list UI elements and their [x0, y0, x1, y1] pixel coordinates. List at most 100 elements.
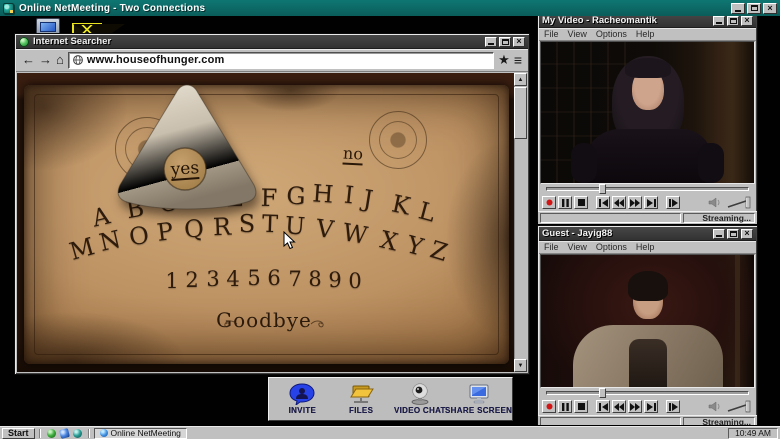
board-letter: P — [155, 217, 174, 247]
stop-button[interactable] — [574, 400, 588, 413]
step-button[interactable] — [666, 196, 680, 209]
man-portrait — [541, 255, 754, 387]
guest-video-feed — [540, 254, 755, 388]
speaker-icon[interactable] — [708, 197, 722, 208]
my-video-seek-slider[interactable] — [538, 184, 757, 194]
board-word-yes: yes — [170, 160, 200, 181]
pause-button[interactable] — [558, 196, 572, 209]
board-letter: V — [315, 214, 336, 244]
my-video-controls — [538, 194, 757, 211]
menu-help[interactable]: Help — [636, 242, 655, 252]
fast-forward-button[interactable] — [628, 400, 642, 413]
guest-video-titlebar[interactable]: Guest - Jayig88 × — [539, 227, 756, 241]
browser-titlebar[interactable]: Internet Searcher × — [16, 35, 528, 49]
back-icon[interactable]: ← — [22, 54, 35, 66]
record-button[interactable] — [542, 196, 556, 209]
invite-button[interactable]: INVITE — [273, 383, 331, 415]
my-video-seek-thumb[interactable] — [599, 184, 606, 194]
guest-video-close-button[interactable]: × — [741, 229, 753, 239]
close-button[interactable]: × — [763, 3, 777, 14]
netmeeting-title: Online NetMeeting - Two Connections — [19, 3, 205, 14]
my-video-close-button[interactable]: × — [741, 16, 753, 26]
system-tray-clock[interactable]: 10:49 AM — [728, 428, 778, 439]
quick-launch-globe-icon[interactable] — [47, 429, 56, 438]
skip-start-button[interactable] — [596, 196, 610, 209]
board-letter: 7 — [288, 267, 301, 291]
taskbar-separator — [88, 429, 90, 438]
quick-launch-browser-icon[interactable] — [59, 428, 70, 439]
url-bar[interactable]: www.houseofhunger.com — [68, 52, 494, 69]
video-chat-button[interactable]: VIDEO CHAT — [391, 383, 449, 415]
step-button[interactable] — [666, 400, 680, 413]
menu-help[interactable]: Help — [636, 29, 655, 39]
record-button[interactable] — [542, 400, 556, 413]
url-text[interactable]: www.houseofhunger.com — [87, 54, 225, 66]
start-button[interactable]: Start — [2, 428, 35, 439]
share-screen-button[interactable]: SHARE SCREEN — [450, 383, 508, 415]
board-letter: R — [212, 213, 231, 242]
planchette[interactable] — [105, 79, 269, 215]
browser-maximize-button[interactable] — [499, 37, 511, 47]
menu-options[interactable]: Options — [596, 29, 627, 39]
scroll-down-icon[interactable]: ▼ — [514, 359, 527, 372]
board-letter: 3 — [206, 267, 219, 291]
browser-close-button[interactable]: × — [513, 37, 525, 47]
scrollbar-thumb[interactable] — [514, 87, 527, 139]
fast-forward-button[interactable] — [628, 196, 642, 209]
browser-window: Internet Searcher × ← → ⌂ www.houseofhun… — [14, 33, 530, 375]
invite-chat-icon — [288, 383, 316, 405]
my-video-feed — [540, 41, 755, 184]
stop-button[interactable] — [574, 196, 588, 209]
guest-video-seek-thumb[interactable] — [599, 388, 606, 398]
mouse-cursor — [283, 231, 296, 250]
share-screen-label: SHARE SCREEN — [445, 406, 512, 415]
menu-file[interactable]: File — [544, 29, 559, 39]
share-screen-monitor-icon — [465, 383, 493, 405]
files-folder-icon — [347, 383, 375, 405]
my-video-minimize-button[interactable] — [713, 16, 725, 26]
home-icon[interactable]: ⌂ — [56, 54, 64, 66]
skip-end-button[interactable] — [644, 196, 658, 209]
moon-ornament — [369, 111, 427, 169]
url-globe-icon — [73, 55, 83, 65]
pause-button[interactable] — [558, 400, 572, 413]
rewind-button[interactable] — [612, 400, 626, 413]
guest-video-minimize-button[interactable] — [713, 229, 725, 239]
minimize-button[interactable] — [731, 3, 745, 14]
my-video-maximize-button[interactable] — [727, 16, 739, 26]
quick-launch-netmeeting-icon[interactable] — [73, 429, 82, 438]
menu-options[interactable]: Options — [596, 242, 627, 252]
browser-scrollbar[interactable]: ▲ ▼ — [514, 73, 527, 372]
volume-slider[interactable] — [727, 196, 753, 209]
board-letter: 0 — [348, 269, 361, 293]
guest-video-maximize-button[interactable] — [727, 229, 739, 239]
board-letter: H — [312, 179, 335, 208]
skip-end-button[interactable] — [644, 400, 658, 413]
files-button[interactable]: FILES — [332, 383, 390, 415]
browser-content: ABCDEFGHIJKL MNOPQRSTUVWXYZ 1234567890 n… — [17, 73, 527, 372]
forward-icon[interactable]: → — [39, 54, 52, 66]
menu-view[interactable]: View — [568, 29, 587, 39]
files-label: FILES — [349, 406, 373, 415]
video-chat-label: VIDEO CHAT — [394, 406, 446, 415]
goodbye-flourish-left — [221, 319, 239, 329]
rewind-button[interactable] — [612, 196, 626, 209]
hamburger-menu-icon[interactable]: ≡ — [514, 52, 522, 68]
guest-video-seek-slider[interactable] — [538, 388, 757, 398]
board-letter: 8 — [308, 267, 321, 291]
my-video-titlebar[interactable]: My Video - Racheomantik × — [539, 14, 756, 28]
menu-file[interactable]: File — [544, 242, 559, 252]
netmeeting-task-button[interactable]: Online NetMeeting — [94, 428, 187, 439]
skip-start-button[interactable] — [596, 400, 610, 413]
volume-slider[interactable] — [727, 400, 753, 413]
maximize-button[interactable] — [747, 3, 761, 14]
browser-toolbar: ← → ⌂ www.houseofhunger.com ★ ≡ — [16, 49, 528, 72]
bookmark-star-icon[interactable]: ★ — [498, 52, 510, 68]
menu-view[interactable]: View — [568, 242, 587, 252]
board-letter: 2 — [185, 268, 198, 292]
meeting-toolbar: INVITE FILES VIDEO CHAT — [268, 377, 513, 421]
browser-minimize-button[interactable] — [485, 37, 497, 47]
speaker-icon[interactable] — [708, 401, 722, 412]
board-letter: 6 — [267, 266, 280, 290]
scroll-up-icon[interactable]: ▲ — [514, 73, 527, 86]
